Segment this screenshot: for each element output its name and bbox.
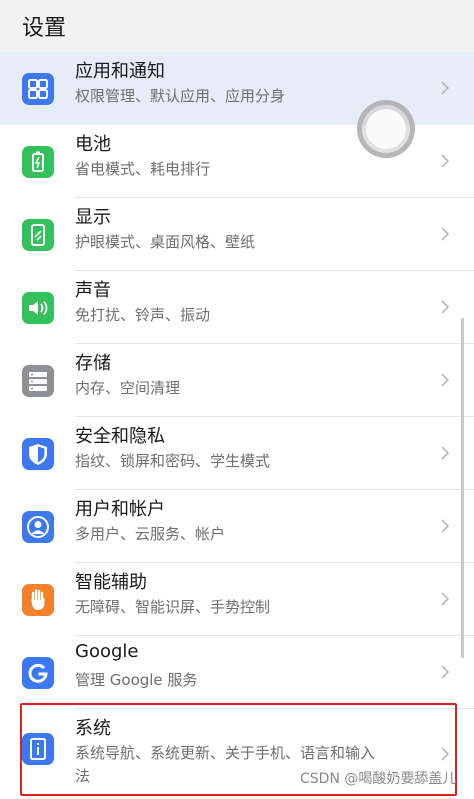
item-subtitle: 内存、空间清理	[75, 379, 181, 397]
item-title: 用户和帐户	[75, 499, 165, 520]
settings-item-sound[interactable]: 声音 免打扰、铃声、振动	[0, 271, 474, 344]
chevron-right-icon	[436, 79, 454, 97]
chevron-right-icon	[436, 590, 454, 608]
shield-icon	[22, 438, 54, 470]
page-title: 设置	[22, 16, 67, 41]
item-subtitle: 指纹、锁屏和密码、学生模式	[75, 452, 271, 470]
settings-item-google[interactable]: Google 管理 Google 服务	[0, 636, 474, 709]
touch-indicator	[357, 100, 415, 158]
item-title: 安全和隐私	[75, 426, 165, 447]
settings-item-storage[interactable]: 存储 内存、空间清理	[0, 344, 474, 417]
chevron-right-icon	[436, 225, 454, 243]
display-icon	[22, 219, 54, 251]
item-title: 电池	[75, 134, 111, 155]
settings-item-display[interactable]: 显示 护眼模式、桌面风格、壁纸	[0, 198, 474, 271]
chevron-right-icon	[436, 298, 454, 316]
item-title: 存储	[75, 353, 111, 374]
settings-item-security-privacy[interactable]: 安全和隐私 指纹、锁屏和密码、学生模式	[0, 417, 474, 490]
app-header: 设置	[0, 0, 474, 50]
item-title: 应用和通知	[75, 61, 165, 82]
scrollbar[interactable]	[461, 318, 464, 658]
item-subtitle: 管理 Google 服务	[75, 671, 198, 689]
watermark: CSDN @喝酸奶要舔盖儿	[300, 771, 457, 787]
item-subtitle: 省电模式、耗电排行	[75, 160, 211, 178]
storage-icon	[22, 365, 54, 397]
settings-item-users-accounts[interactable]: 用户和帐户 多用户、云服务、帐户	[0, 490, 474, 563]
user-icon	[22, 511, 54, 543]
settings-item-smart-assist[interactable]: 智能辅助 无障碍、智能识屏、手势控制	[0, 563, 474, 636]
item-title: Google	[75, 641, 139, 662]
google-icon	[22, 657, 54, 689]
item-subtitle: 免打扰、铃声、振动	[75, 306, 211, 324]
battery-icon	[22, 146, 54, 178]
hand-icon	[22, 584, 54, 616]
item-subtitle: 无障碍、智能识屏、手势控制	[75, 598, 271, 616]
speaker-icon	[22, 292, 54, 324]
chevron-right-icon	[436, 444, 454, 462]
item-subtitle: 护眼模式、桌面风格、壁纸	[75, 233, 256, 251]
item-subtitle: 权限管理、默认应用、应用分身	[75, 87, 286, 105]
chevron-right-icon	[436, 663, 454, 681]
item-title: 智能辅助	[75, 572, 147, 593]
chevron-right-icon	[436, 517, 454, 535]
item-title: 声音	[75, 280, 111, 301]
settings-list: 应用和通知 权限管理、默认应用、应用分身 电池 省电模式、耗电排行 显示 护眼模…	[0, 52, 474, 799]
item-title: 显示	[75, 207, 111, 228]
chevron-right-icon	[436, 152, 454, 170]
chevron-right-icon	[436, 371, 454, 389]
apps-grid-icon	[22, 73, 54, 105]
item-subtitle: 多用户、云服务、帐户	[75, 525, 226, 543]
